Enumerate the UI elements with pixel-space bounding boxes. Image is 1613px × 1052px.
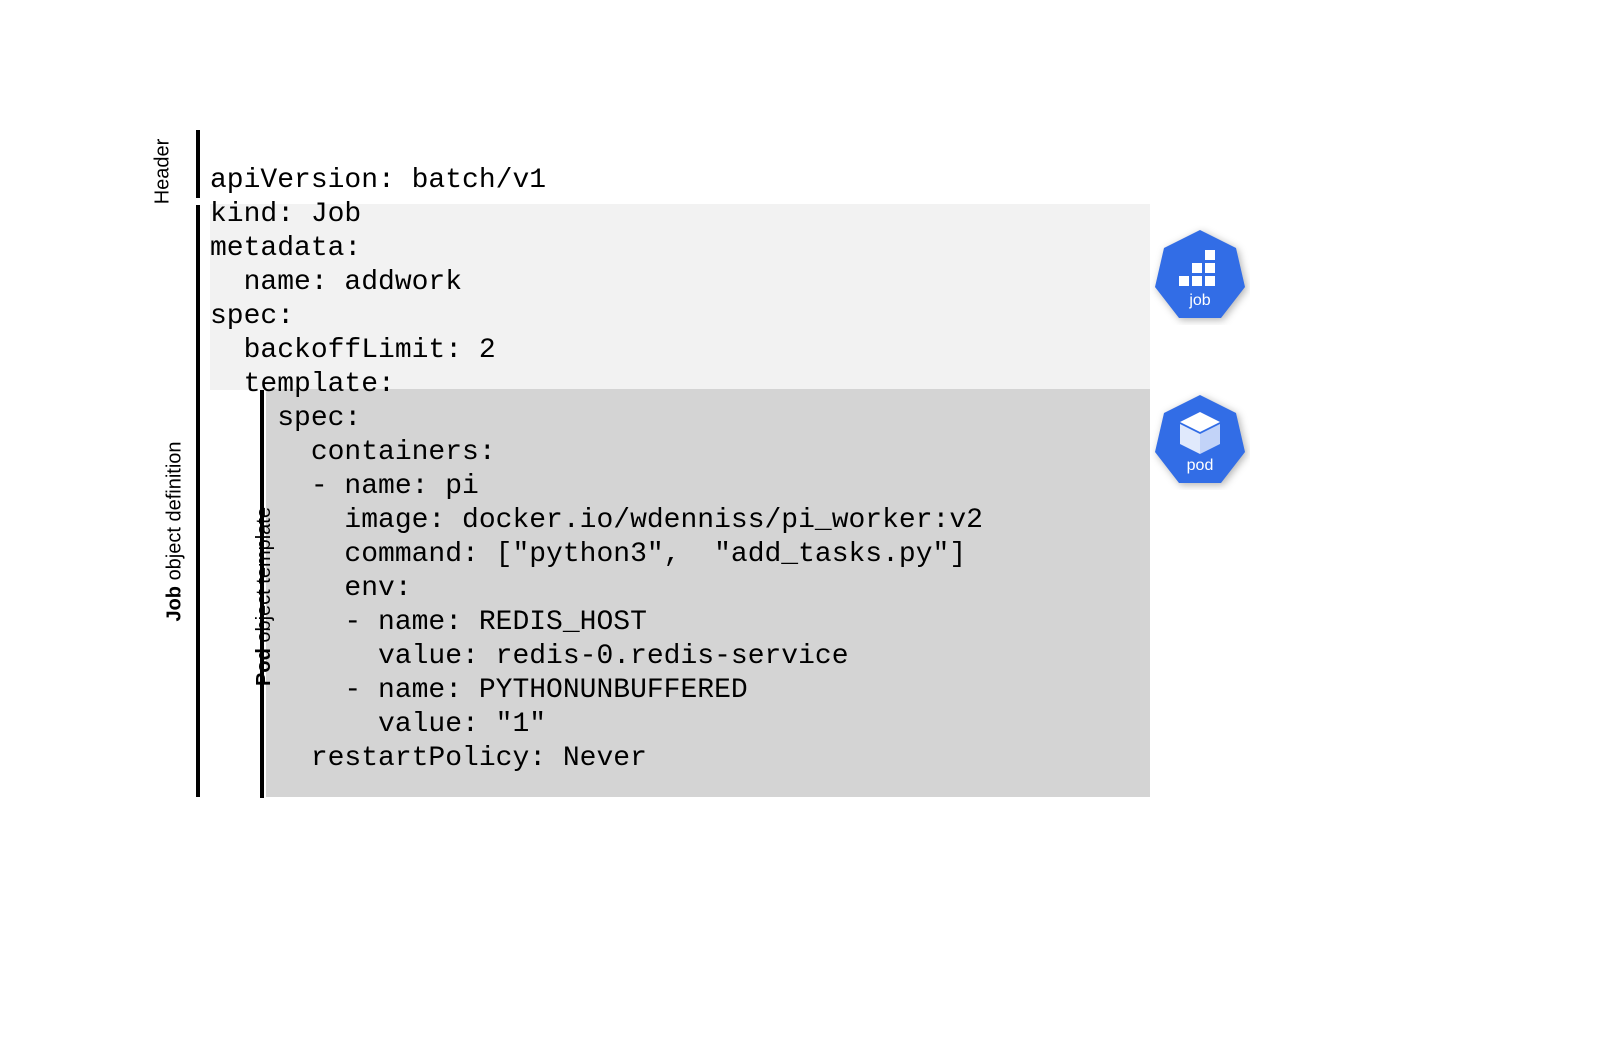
code-line-4: name: addwork [210,267,462,298]
pod-icon-label: pod [1187,457,1214,474]
job-definition-label: Job object definition [164,441,187,621]
header-label: Header [151,139,174,205]
code-line-2: kind: Job [210,199,361,230]
code-line-1: apiVersion: batch/v1 [210,165,546,196]
code-line-9: containers: [210,437,496,468]
pod-icon: pod [1150,390,1250,490]
code-line-5: spec: [210,301,294,332]
code-line-14: - name: REDIS_HOST [210,607,647,638]
code-line-11: image: docker.io/wdenniss/pi_worker:v2 [210,505,983,536]
code-line-15: value: redis-0.redis-service [210,641,849,672]
job-bracket [196,205,200,797]
code-line-18: restartPolicy: Never [210,743,647,774]
job-icon-label: job [1188,292,1210,309]
code-line-13: env: [210,573,412,604]
code-line-7: template: [210,369,395,400]
code-line-16: - name: PYTHONUNBUFFERED [210,675,748,706]
header-bracket [196,130,200,198]
code-line-17: value: "1" [210,709,546,740]
code-line-10: - name: pi [210,471,479,502]
yaml-code-block: apiVersion: batch/v1 kind: Job metadata:… [210,130,983,776]
code-line-6: backoffLimit: 2 [210,335,496,366]
code-line-12: command: ["python3", "add_tasks.py"] [210,539,966,570]
code-line-3: metadata: [210,233,361,264]
code-line-8: spec: [210,403,361,434]
job-icon: job [1150,225,1250,325]
